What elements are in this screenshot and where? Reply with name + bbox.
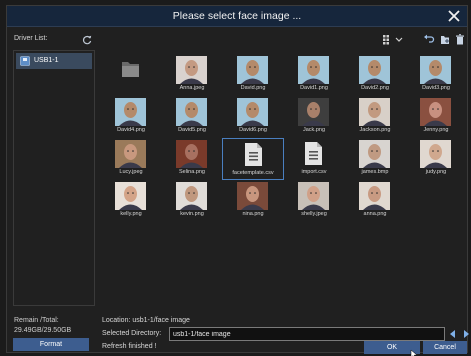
file-name: nina.png (242, 211, 264, 217)
face-thumbnail-icon (420, 98, 451, 126)
next-arrow-icon[interactable] (460, 327, 471, 341)
file-name: David6.png (239, 127, 267, 133)
face-thumbnail-icon (237, 56, 268, 84)
file-tile[interactable]: import.csv (283, 138, 345, 180)
file-name: Anna.jpeg (179, 85, 205, 91)
face-thumbnail-icon (298, 56, 329, 84)
file-name: Lucy.jpeg (119, 169, 143, 175)
remain-total-label: Remain /Total: (14, 317, 59, 324)
format-button[interactable]: Format (13, 338, 89, 351)
file-name: David1.png (300, 85, 328, 91)
file-tile[interactable] (100, 54, 162, 96)
usb-drive-icon (20, 56, 30, 66)
face-thumbnail-icon (115, 182, 146, 210)
folder-icon (122, 62, 139, 77)
file-tile[interactable]: David6.png (222, 96, 284, 138)
file-tile[interactable]: Jenny.png (405, 96, 467, 138)
file-name: David3.png (422, 85, 450, 91)
refresh-icon[interactable] (82, 35, 92, 45)
grid-view-button[interactable] (381, 33, 407, 46)
file-tile[interactable]: shelly.jpeg (283, 180, 345, 222)
face-thumbnail-icon (298, 182, 329, 210)
face-thumbnail-icon (359, 182, 390, 210)
selected-directory-input[interactable] (169, 327, 445, 341)
file-name: kelly.png (120, 211, 142, 217)
file-tile[interactable]: David4.png (100, 96, 162, 138)
cancel-button[interactable]: Cancel (423, 341, 467, 354)
face-thumbnail-icon (176, 98, 207, 126)
file-tile[interactable]: anna.png (344, 180, 406, 222)
file-name: David2.png (361, 85, 389, 91)
file-name: Jackson.png (359, 127, 391, 133)
face-thumbnail-icon (176, 182, 207, 210)
grid-view-icon (383, 35, 389, 45)
face-thumbnail-icon (176, 56, 207, 84)
new-folder-icon[interactable] (439, 33, 451, 46)
face-thumbnail-icon (298, 98, 329, 126)
file-tile[interactable]: David5.png (161, 96, 223, 138)
file-tile[interactable]: David3.png (405, 54, 467, 96)
file-tile[interactable]: judy.png (405, 138, 467, 180)
face-thumbnail-icon (359, 56, 390, 84)
file-tile[interactable]: Lucy.jpeg (100, 138, 162, 180)
file-tile[interactable]: Selina.png (161, 138, 223, 180)
previous-arrow-icon[interactable] (447, 327, 459, 341)
file-name: David5.png (178, 127, 206, 133)
file-name: Selina.png (179, 169, 205, 175)
driver-item-usb1-1[interactable]: USB1-1 (16, 53, 92, 69)
dialog-title: Please select face image ... (172, 10, 302, 22)
close-icon[interactable] (446, 8, 462, 24)
remain-total-value: 29.49GB/29.50GB (14, 327, 72, 334)
face-image-dialog: Please select face image ... Driver List… (6, 5, 471, 356)
file-name: judy.png (425, 169, 447, 175)
back-arrow-icon[interactable] (423, 33, 435, 46)
mouse-cursor-icon (410, 349, 418, 356)
file-tile[interactable]: David.png (222, 54, 284, 96)
file-name: Jack.png (302, 127, 325, 133)
document-icon (245, 143, 262, 166)
file-tile[interactable]: kelly.png (100, 180, 162, 222)
delete-icon[interactable] (454, 33, 466, 46)
file-name: import.csv (301, 169, 327, 175)
file-name: james.bmp (361, 169, 389, 175)
file-tile[interactable]: kevin.png (161, 180, 223, 222)
file-tile[interactable]: nina.png (222, 180, 284, 222)
face-thumbnail-icon (359, 98, 390, 126)
file-tile[interactable]: facetemplate.csv (222, 138, 284, 180)
file-name: David.png (240, 85, 266, 91)
driver-list: USB1-1 (13, 50, 95, 306)
driver-list-label: Driver List: (14, 35, 48, 42)
file-tile[interactable]: james.bmp (344, 138, 406, 180)
driver-item-label: USB1-1 (34, 57, 59, 64)
file-name: kevin.png (180, 211, 204, 217)
file-name: David4.png (117, 127, 145, 133)
file-name: shelly.jpeg (301, 211, 327, 217)
location-text: Location: usb1-1/face image (102, 317, 190, 324)
file-tile[interactable]: Anna.jpeg (161, 54, 223, 96)
chevron-down-icon (395, 37, 403, 42)
selected-directory-label: Selected Directory: (102, 330, 162, 337)
face-thumbnail-icon (420, 56, 451, 84)
face-thumbnail-icon (115, 98, 146, 126)
document-icon (305, 142, 322, 165)
file-name: anna.png (363, 211, 387, 217)
status-text: Refresh finished ! (102, 343, 157, 350)
file-name: Jenny.png (423, 127, 449, 133)
file-tile[interactable]: Jackson.png (344, 96, 406, 138)
face-thumbnail-icon (176, 140, 207, 168)
file-tile[interactable]: Jack.png (283, 96, 345, 138)
file-tile[interactable]: David1.png (283, 54, 345, 96)
face-thumbnail-icon (420, 140, 451, 168)
face-thumbnail-icon (237, 182, 268, 210)
face-thumbnail-icon (237, 98, 268, 126)
file-name: facetemplate.csv (232, 170, 274, 176)
title-bar: Please select face image ... (7, 6, 467, 27)
file-tile[interactable]: David2.png (344, 54, 406, 96)
file-grid: Anna.jpeg David.png David1.png David2.png Da… (96, 50, 467, 306)
face-thumbnail-icon (115, 140, 146, 168)
face-thumbnail-icon (359, 140, 390, 168)
